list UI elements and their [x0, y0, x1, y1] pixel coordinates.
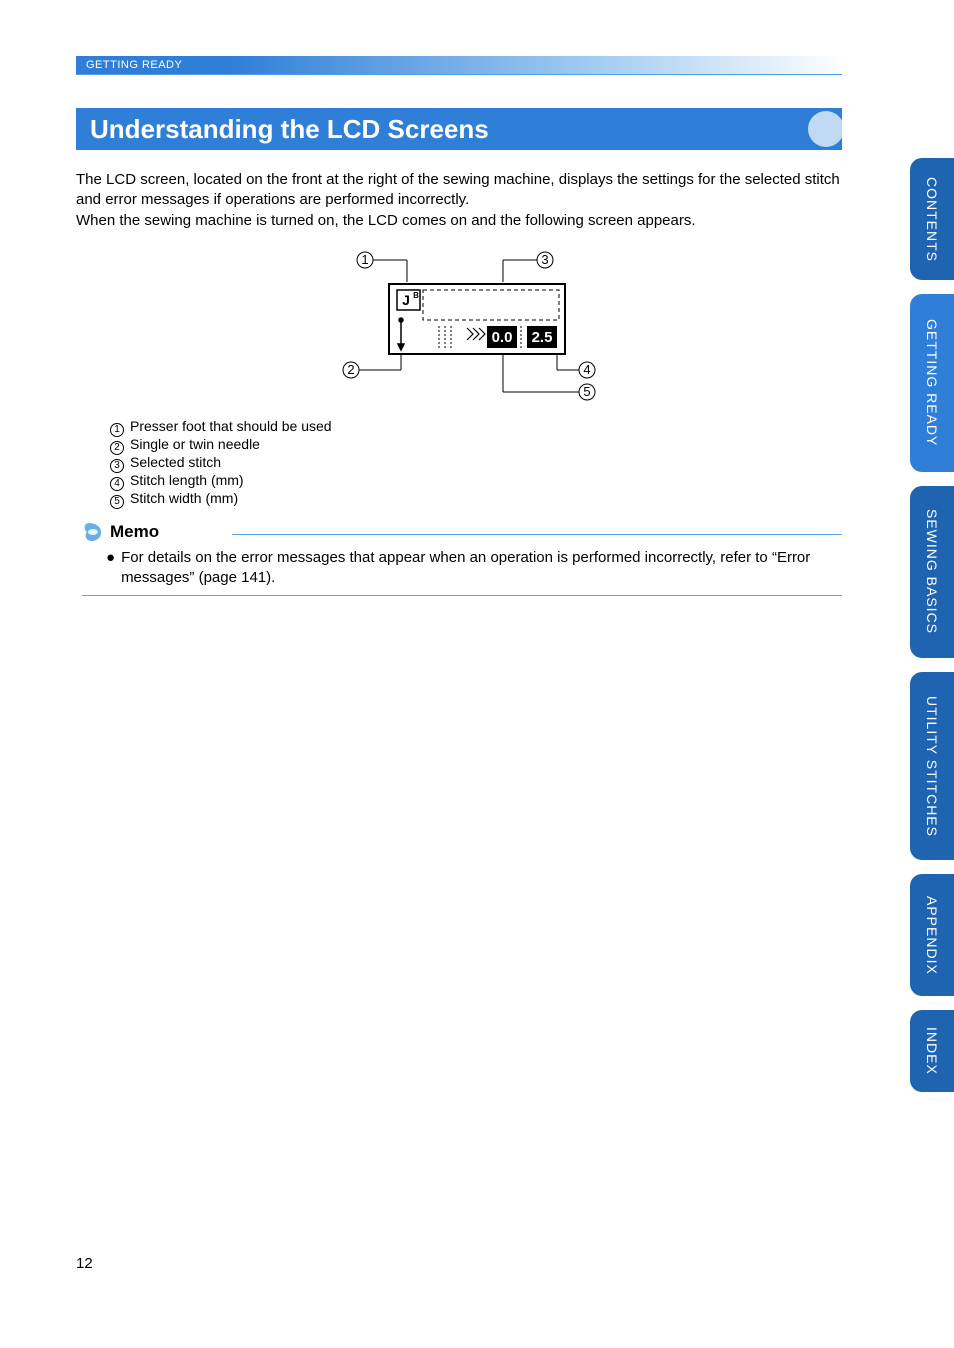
tab-contents[interactable]: CONTENTS: [910, 158, 954, 280]
lcd-foot-letter-small: B: [413, 291, 419, 300]
callout-3-number: 3: [541, 252, 548, 267]
tab-sewing-basics[interactable]: SEWING BASICS: [910, 486, 954, 658]
legend-row: 3 Selected stitch: [110, 454, 332, 472]
section-breadcrumb-bar: GETTING READY: [76, 56, 842, 74]
legend-row: 1 Presser foot that should be used: [110, 418, 332, 436]
lcd-stitch-width: 2.5: [532, 329, 553, 346]
tab-label: GETTING READY: [924, 305, 940, 460]
memo-rule-top: [232, 534, 842, 535]
legend-number-2: 2: [110, 441, 124, 455]
intro-paragraph-2: When the sewing machine is turned on, th…: [76, 211, 842, 231]
legend-number-3: 3: [110, 459, 124, 473]
section-breadcrumb: GETTING READY: [76, 59, 182, 71]
legend-text-4: Stitch length (mm): [130, 472, 244, 490]
intro-text: The LCD screen, located on the front at …: [76, 170, 842, 231]
section-title-decor: [800, 108, 842, 150]
callout-5-number: 5: [583, 384, 590, 399]
legend-row: 4 Stitch length (mm): [110, 472, 332, 490]
legend-text-3: Selected stitch: [130, 454, 221, 472]
legend-row: 2 Single or twin needle: [110, 436, 332, 454]
callout-4-number: 4: [583, 362, 590, 377]
lcd-figure: 1 3 J B: [76, 248, 842, 408]
tab-label: APPENDIX: [924, 882, 940, 989]
legend-text-1: Presser foot that should be used: [130, 418, 332, 436]
tab-getting-ready[interactable]: GETTING READY: [910, 294, 954, 472]
side-tabs: CONTENTS GETTING READY SEWING BASICS UTI…: [898, 158, 954, 1106]
intro-paragraph-1: The LCD screen, located on the front at …: [76, 170, 842, 211]
legend-number-1: 1: [110, 423, 124, 437]
memo-icon: [82, 521, 104, 543]
lcd-stitch-length: 0.0: [492, 329, 513, 346]
page-number: 12: [76, 1255, 93, 1272]
figure-legend: 1 Presser foot that should be used 2 Sin…: [110, 418, 332, 508]
tab-label: SEWING BASICS: [924, 495, 940, 648]
tab-utility-stitches[interactable]: UTILITY STITCHES: [910, 672, 954, 860]
bullet-dot-icon: ●: [106, 548, 115, 589]
callout-2-number: 2: [347, 362, 354, 377]
legend-text-2: Single or twin needle: [130, 436, 260, 454]
callout-1-number: 1: [361, 252, 368, 267]
tab-label: INDEX: [924, 1013, 940, 1089]
header-underline: [76, 74, 842, 75]
tab-index[interactable]: INDEX: [910, 1010, 954, 1092]
legend-number-4: 4: [110, 477, 124, 491]
lcd-foot-letter: J: [402, 292, 410, 308]
legend-number-5: 5: [110, 495, 124, 509]
memo-block: Memo ● For details on the error messages…: [82, 520, 842, 596]
tab-appendix[interactable]: APPENDIX: [910, 874, 954, 996]
tab-label: CONTENTS: [924, 163, 940, 276]
legend-row: 5 Stitch width (mm): [110, 490, 332, 508]
legend-text-5: Stitch width (mm): [130, 490, 238, 508]
section-title-bar: Understanding the LCD Screens: [76, 108, 842, 150]
tab-label: UTILITY STITCHES: [924, 682, 940, 851]
memo-title: Memo: [110, 522, 159, 542]
memo-rule-bottom: [82, 595, 842, 596]
memo-body-text: For details on the error messages that a…: [121, 548, 842, 589]
section-title: Understanding the LCD Screens: [76, 114, 489, 145]
